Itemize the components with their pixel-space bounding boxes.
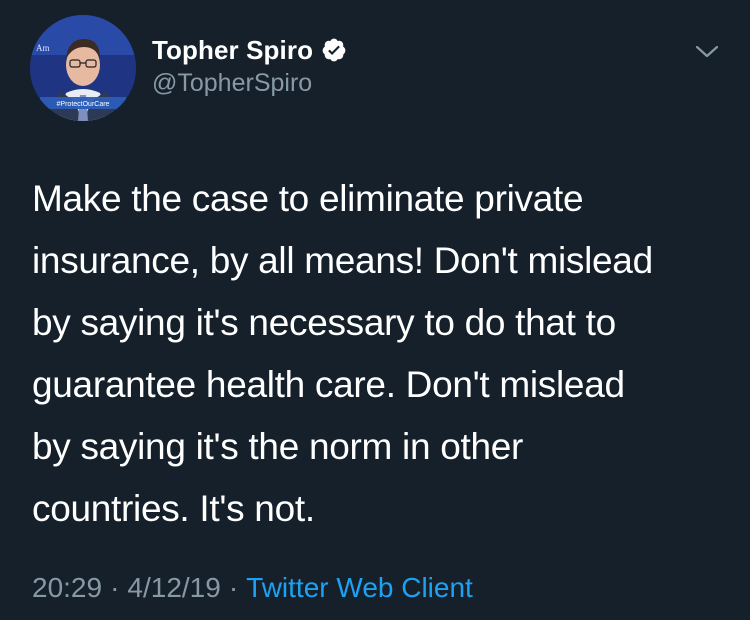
name-row: Topher Spiro xyxy=(152,33,347,67)
tweet-meta: 20:29 · 4/12/19 · Twitter Web Client xyxy=(32,572,473,604)
tweet-text-line: by saying it's the norm in other xyxy=(32,426,524,467)
avatar-banner-text: #ProtectOurCare xyxy=(57,101,110,108)
chevron-down-icon[interactable] xyxy=(692,40,722,64)
avatar[interactable]: Am #ProtectOurCare xyxy=(30,15,136,121)
user-handle[interactable]: @TopherSpiro xyxy=(152,69,347,98)
tweet-text-line: by saying it's necessary to do that to xyxy=(32,302,616,343)
verified-badge-icon xyxy=(321,37,347,63)
tweet-time[interactable]: 20:29 xyxy=(32,572,102,603)
separator: · xyxy=(110,572,120,603)
tweet-text: Make the case to eliminate private insur… xyxy=(32,168,732,540)
display-name[interactable]: Topher Spiro xyxy=(152,35,313,66)
tweet-text-line: guarantee health care. Don't mislead xyxy=(32,364,625,405)
avatar-photo: Am #ProtectOurCare xyxy=(30,15,136,121)
tweet-text-line: countries. It's not. xyxy=(32,488,315,529)
tweet-text-line: insurance, by all means! Don't mislead xyxy=(32,240,653,281)
separator: · xyxy=(228,572,239,603)
author-block: Topher Spiro @TopherSpiro xyxy=(152,33,347,98)
avatar-top-text: Am xyxy=(36,43,50,53)
tweet-date[interactable]: 4/12/19 xyxy=(127,572,220,603)
tweet-card: Am #ProtectOurCare Topher Spiro @TopherS… xyxy=(0,0,750,620)
tweet-text-line: Make the case to eliminate private xyxy=(32,178,584,219)
tweet-source-link[interactable]: Twitter Web Client xyxy=(246,572,473,603)
